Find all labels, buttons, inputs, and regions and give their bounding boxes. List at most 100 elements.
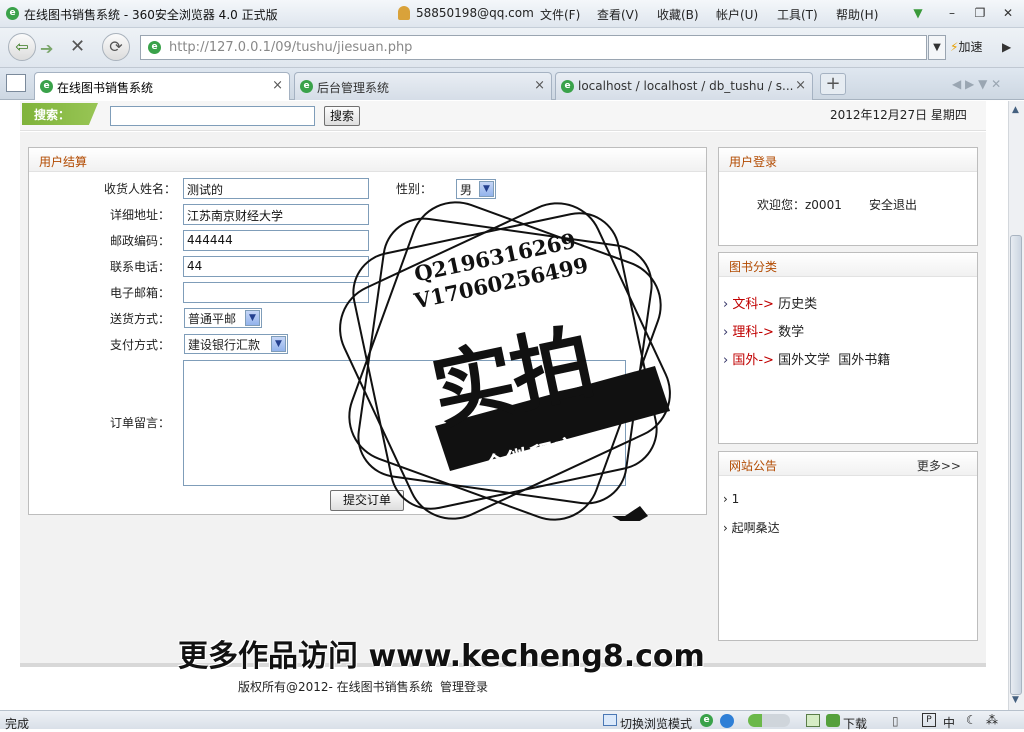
menu-tools[interactable]: 工具(T) [777, 6, 818, 23]
category-link-arts[interactable]: 文科 [732, 297, 758, 312]
category-link-foreign[interactable]: 国外 [732, 353, 758, 368]
address-dropdown-icon[interactable]: ▼ [928, 35, 946, 60]
phone-label: 联系电话： [109, 260, 170, 274]
category-row-foreign: › 国外-> 国外文学 国外书籍 [723, 349, 890, 368]
payment-value: 建设银行汇款 [188, 338, 261, 352]
arrow-separator: -> [758, 353, 774, 368]
close-tab-icon[interactable]: × [795, 78, 806, 93]
menu-help[interactable]: 帮助(H) [836, 6, 878, 23]
tab-label: 在线图书销售系统 [57, 81, 154, 95]
message-label: 订单留言： [109, 416, 170, 430]
back-arrow-icon: ⇦ [15, 37, 29, 56]
gender-label: 性别： [396, 182, 433, 196]
skin-icon[interactable]: ▼ [910, 5, 926, 21]
watermark-url-banner: 更多作品访问 www.kecheng8.com [178, 639, 705, 674]
download-button[interactable]: 下载 [843, 715, 867, 732]
forward-button[interactable]: ➔ [40, 39, 53, 58]
speed-indicator-icon[interactable] [748, 714, 790, 727]
refresh-button[interactable]: ⟳ [102, 33, 130, 61]
switch-mode-button[interactable]: 切换浏览模式 [620, 715, 692, 732]
bookmark-icon[interactable]: ▯ [892, 714, 899, 728]
scrollbar-thumb[interactable] [1010, 235, 1022, 695]
chevron-down-icon: ▼ [479, 181, 494, 197]
category-link-science[interactable]: 理科 [732, 325, 758, 340]
subcategory-math[interactable]: 数学 [778, 325, 804, 340]
maximize-button[interactable]: ❐ [972, 5, 988, 21]
window-titlebar: e 在线图书销售系统 - 360安全浏览器 4.0 正式版 58850198@q… [0, 0, 1024, 28]
bullet-arrow-icon: › [723, 492, 732, 506]
zip-label: 邮政编码： [109, 234, 170, 248]
tab-favicon-icon: e [40, 80, 53, 93]
bullet-arrow-icon: › [723, 353, 729, 368]
status-bar: 完成 切换浏览模式 e 下载 ▯ P 中 ☾ ⁂ [0, 710, 1024, 732]
bullet-arrow-icon: › [723, 521, 732, 535]
menu-favorites[interactable]: 收藏(B) [657, 6, 699, 23]
notice-more-link[interactable]: 更多>> [917, 457, 961, 474]
name-field[interactable]: 测试的 [183, 178, 369, 199]
shipping-label: 送货方式： [109, 312, 170, 326]
account-email[interactable]: 58850198@qq.com [416, 6, 534, 20]
search-bar: 搜索： 搜索 2012年12月27日 星期四 [20, 101, 986, 131]
search-button[interactable]: 搜索 [324, 106, 360, 126]
subcategory-history[interactable]: 历史类 [778, 297, 817, 312]
close-tab-icon[interactable]: × [534, 78, 545, 93]
subcategory-foreign-books[interactable]: 国外书籍 [838, 353, 890, 368]
tab-scroll-icons[interactable]: ◀ ▶ ▼ ✕ [952, 77, 1001, 91]
notice-item[interactable]: › 1 [723, 492, 739, 506]
new-tab-button[interactable]: + [820, 73, 846, 95]
tab-admin[interactable]: e 后台管理系统 × [294, 72, 552, 100]
copyright-text: 版权所有@2012- 在线图书销售系统 [238, 680, 433, 694]
address-bar[interactable]: e http://127.0.0.1/09/tushu/jiesuan.php [140, 35, 927, 60]
checkout-title: 用户结算 [29, 148, 706, 172]
notice-item[interactable]: › 起啊桑达 [723, 519, 780, 536]
ime-moon-icon[interactable]: ☾ [966, 713, 977, 727]
welcome-text: 欢迎您：z0001 [757, 198, 842, 212]
back-button[interactable]: ⇦ [8, 33, 36, 61]
close-tab-icon[interactable]: × [272, 78, 283, 93]
ime-logo-icon[interactable]: P [922, 713, 936, 727]
category-row-arts: › 文科-> 历史类 [723, 293, 817, 312]
arrow-separator: -> [758, 325, 774, 340]
browse-mode-icon [603, 714, 617, 726]
notice-title: 网站公告 [729, 459, 778, 473]
tab-phpmyadmin[interactable]: e localhost / localhost / db_tushu / s..… [555, 72, 813, 100]
payment-select[interactable]: 建设银行汇款 ▼ [184, 334, 288, 354]
chevron-down-icon: ▼ [271, 336, 286, 352]
gender-select[interactable]: 男 ▼ [456, 179, 496, 199]
arrow-separator: -> [758, 297, 774, 312]
category-panel: 图书分类 › 文科-> 历史类 › 理科-> 数学 › 国外-> 国外文学 国外… [718, 252, 978, 444]
browser-logo-icon: e [6, 7, 19, 20]
notice-panel: 网站公告 更多>> › 1 › 起啊桑达 [718, 451, 978, 641]
logout-link[interactable]: 安全退出 [869, 196, 917, 213]
subcategory-foreign-literature[interactable]: 国外文学 [778, 353, 830, 368]
scroll-up-icon[interactable]: ▲ [1012, 105, 1019, 115]
screenshot-icon[interactable] [806, 714, 820, 727]
minimize-button[interactable]: – [944, 5, 960, 21]
stop-button[interactable]: ✕ [70, 36, 85, 57]
accelerate-label: 加速 [958, 40, 983, 54]
menu-view[interactable]: 查看(V) [597, 6, 639, 23]
admin-login-link[interactable]: 管理登录 [440, 678, 488, 695]
menu-file[interactable]: 文件(F) [540, 6, 580, 23]
address-label: 详细地址： [109, 208, 170, 222]
search-input[interactable] [110, 106, 315, 126]
sidebar-toggle-icon[interactable] [6, 74, 26, 92]
window-title: 在线图书销售系统 - 360安全浏览器 4.0 正式版 [24, 8, 278, 22]
accelerate-button[interactable]: ⚡加速 [950, 38, 982, 55]
security-icon[interactable] [720, 714, 734, 728]
shipping-value: 普通平邮 [188, 312, 237, 326]
tab-label: 后台管理系统 [317, 81, 390, 95]
toolbar-more-icon[interactable]: ▶ [1002, 40, 1011, 54]
close-window-button[interactable]: ✕ [1000, 5, 1016, 21]
search-label: 搜索： [22, 103, 98, 125]
payment-label: 支付方式： [109, 338, 170, 352]
address-url[interactable]: http://127.0.0.1/09/tushu/jiesuan.php [169, 40, 412, 55]
ime-language[interactable]: 中 [943, 714, 955, 731]
shipping-select[interactable]: 普通平邮 ▼ [184, 308, 262, 328]
menu-account[interactable]: 帐户(U) [716, 6, 758, 23]
category-row-science: › 理科-> 数学 [723, 321, 804, 340]
ime-punct-icon[interactable]: ⁂ [986, 713, 998, 727]
scroll-down-icon[interactable]: ▼ [1012, 695, 1019, 705]
ie-core-icon[interactable]: e [700, 714, 713, 727]
tab-bookstore[interactable]: e 在线图书销售系统 × [34, 72, 290, 100]
